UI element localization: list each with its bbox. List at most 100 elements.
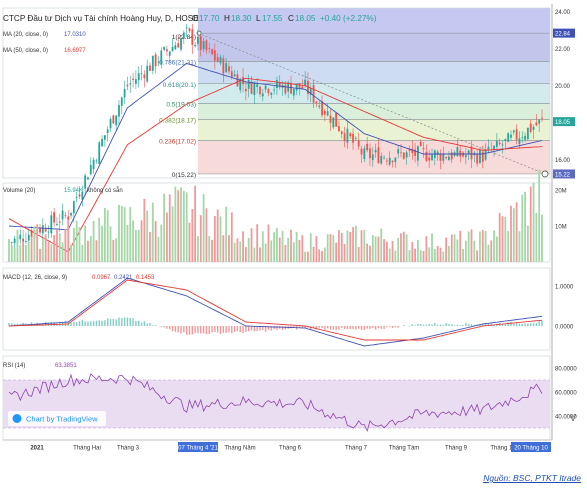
candle-body	[203, 41, 205, 49]
candle-body	[324, 111, 326, 114]
macd-histogram-bar	[113, 319, 114, 326]
tradingview-badge[interactable]: Chart by TradingView	[8, 411, 106, 426]
macd-histogram-bar	[172, 326, 173, 331]
volume-bar	[468, 232, 470, 262]
volume-bar	[510, 206, 512, 262]
candle-body	[327, 111, 329, 115]
macd-histogram-bar	[324, 326, 325, 330]
candle-body	[220, 57, 222, 63]
candle-body	[468, 150, 470, 153]
candle-body	[112, 115, 114, 123]
candle-body	[462, 153, 464, 157]
candle-body	[129, 83, 131, 84]
volume-bar	[513, 208, 515, 262]
change-value: +0.40 (+2.27%)	[320, 14, 377, 23]
candle-body	[366, 144, 368, 150]
candle-body	[231, 71, 233, 77]
macd-histogram-bar	[330, 326, 331, 330]
macd-histogram-bar	[76, 322, 77, 326]
volume-bar	[149, 232, 151, 262]
macd-histogram-bar	[175, 326, 176, 332]
rsi-value: 63.3851	[55, 363, 77, 369]
volume-bar	[375, 236, 377, 262]
volume-bar	[485, 231, 487, 262]
candle-body	[217, 57, 219, 62]
macd-histogram-bar	[338, 326, 339, 330]
volume-bar	[141, 220, 143, 262]
volume-bar	[197, 236, 199, 262]
macd-histogram-bar	[138, 321, 139, 326]
candle-body	[158, 62, 160, 63]
macd-histogram-bar	[144, 321, 145, 326]
volume-bar	[62, 242, 64, 262]
candle-body	[183, 32, 185, 38]
volume-bar	[265, 244, 267, 262]
macd-histogram-bar	[70, 323, 71, 326]
candle-body	[284, 85, 286, 94]
volume-bar	[471, 229, 473, 262]
fib-label: 0.382(18.17)	[159, 117, 196, 124]
volume-bar	[456, 239, 458, 262]
candle-body	[124, 89, 126, 97]
candle-body	[180, 38, 182, 49]
volume-bar	[454, 234, 456, 262]
volume-bar	[146, 211, 148, 262]
candle-body	[135, 79, 137, 84]
macd-histogram-bar	[366, 326, 367, 329]
fib-band	[198, 33, 550, 61]
candle-body	[355, 138, 357, 139]
volume-bar	[324, 248, 326, 262]
volume-bar	[423, 251, 425, 262]
macd-histogram-bar	[522, 324, 523, 326]
volume-bar	[533, 183, 535, 262]
macd-histogram-bar	[194, 326, 195, 333]
candle-body	[152, 56, 154, 71]
macd-histogram-bar	[166, 326, 167, 329]
volume-bar	[318, 249, 320, 262]
source-note[interactable]: Nguồn: BSC, PTKT Itrade	[483, 473, 581, 483]
macd-histogram-bar	[135, 321, 136, 326]
volume-bar	[65, 229, 67, 262]
volume-bar	[313, 247, 315, 262]
macd-histogram-bar	[533, 323, 534, 326]
macd-histogram-bar	[121, 318, 122, 326]
candle-body	[301, 86, 303, 88]
macd-histogram-bar	[231, 326, 232, 333]
macd-histogram-bar	[431, 324, 432, 326]
volume-bar	[107, 210, 109, 262]
candle-body	[50, 215, 52, 233]
candle-body	[19, 235, 21, 240]
candle-body	[397, 149, 399, 153]
macd-histogram-bar	[412, 324, 413, 326]
candle-body	[11, 242, 13, 243]
volume-bar	[321, 251, 323, 262]
macd-histogram-bar	[225, 326, 226, 333]
volume-bar	[79, 227, 81, 262]
volume-bar	[45, 234, 47, 262]
time-axis-label: 2021	[30, 446, 44, 452]
volume-extra: không có sẵn	[87, 187, 123, 194]
macd-histogram-bar	[507, 322, 508, 326]
volume-bar	[25, 245, 27, 262]
volume-bar	[437, 246, 439, 262]
macd-histogram-bar	[254, 326, 255, 331]
volume-bar	[425, 236, 427, 262]
volume-bar	[541, 215, 543, 262]
candle-body	[465, 155, 467, 157]
volume-bar	[217, 209, 219, 262]
macd-histogram-bar	[245, 326, 246, 332]
macd-histogram-bar	[273, 326, 274, 329]
macd-histogram-bar	[115, 319, 116, 326]
volume-bar	[284, 245, 286, 262]
volume-bar	[186, 192, 188, 262]
volume-bar	[516, 202, 518, 262]
volume-bar	[361, 230, 363, 262]
side-letter: V	[570, 413, 576, 423]
volume-bar	[380, 229, 382, 262]
macd-histogram-bar	[460, 325, 461, 326]
macd-histogram-bar	[180, 326, 181, 334]
price-axis-label: 24.00	[555, 10, 571, 16]
volume-bar	[28, 241, 30, 262]
macd-value-2: 0.2421	[114, 275, 133, 281]
candle-body	[155, 54, 157, 66]
